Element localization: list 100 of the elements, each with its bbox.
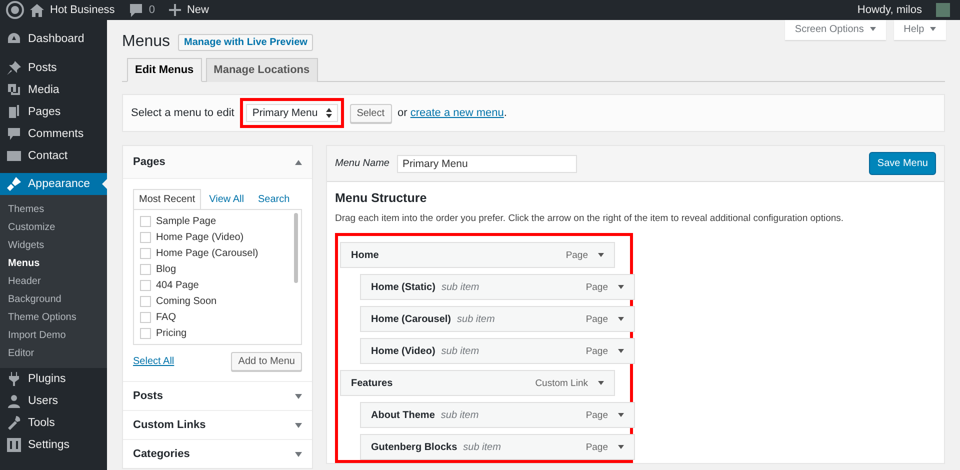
- expand-icon[interactable]: [618, 349, 624, 353]
- expand-icon[interactable]: [618, 413, 624, 417]
- item-type: Custom Link: [535, 378, 588, 388]
- submenu-item[interactable]: Background: [0, 291, 107, 309]
- page-title: Menus: [122, 33, 170, 51]
- pages-tab[interactable]: View All: [203, 189, 250, 209]
- pages-tab[interactable]: Most Recent: [133, 189, 202, 209]
- submenu-item[interactable]: Header: [0, 273, 107, 291]
- sidebar-item[interactable]: Settings: [0, 434, 107, 456]
- expand-icon[interactable]: [618, 445, 624, 449]
- menu-item-bar[interactable]: Home Page: [340, 242, 615, 268]
- sidebar-item[interactable]: Media: [0, 79, 107, 101]
- live-preview-button[interactable]: Manage with Live Preview: [178, 34, 314, 50]
- greeting-link[interactable]: Howdy, milos: [857, 4, 922, 16]
- checkbox[interactable]: [140, 232, 151, 242]
- menu-dropdown[interactable]: Primary Menu: [246, 104, 338, 122]
- menu-item-title: About Theme: [371, 410, 435, 420]
- updown-icon: [326, 108, 332, 118]
- submenu-item[interactable]: Customize: [0, 219, 107, 237]
- menu-item-bar[interactable]: Gutenberg Blocks sub item Page: [360, 434, 635, 460]
- sidebar-item[interactable]: Appearance: [0, 173, 107, 195]
- sidebar-item[interactable]: Pages: [0, 101, 107, 123]
- item-type: Page: [586, 346, 608, 356]
- menu-item-title: Home: [351, 250, 379, 260]
- accordion-header[interactable]: Pages: [123, 146, 312, 179]
- screen-meta-button[interactable]: Help: [894, 20, 946, 40]
- expand-icon[interactable]: [598, 381, 604, 385]
- expand-icon[interactable]: [618, 317, 624, 321]
- sidebar-item[interactable]: Posts: [0, 57, 107, 79]
- submenu-item[interactable]: Themes: [0, 201, 107, 219]
- checkbox[interactable]: [140, 296, 151, 306]
- menu-item-bar[interactable]: Home (Video) sub item Page: [360, 338, 635, 364]
- select-all-link[interactable]: Select All: [133, 356, 174, 367]
- menu-item-bar[interactable]: About Theme sub item Page: [360, 402, 635, 428]
- sidebar-item[interactable]: Users: [0, 390, 107, 412]
- page-option[interactable]: FAQ: [140, 309, 295, 325]
- create-menu-text: or create a new menu.: [398, 107, 507, 119]
- menu-item-title: Home (Carousel): [371, 314, 452, 324]
- submenu-item[interactable]: Widgets: [0, 237, 107, 255]
- item-type: Page: [586, 282, 608, 292]
- logo-icon[interactable]: [6, 1, 24, 19]
- sub-item-note: sub item: [441, 346, 480, 356]
- sidebar-item[interactable]: Dashboard: [0, 28, 107, 50]
- item-type: Page: [586, 442, 608, 452]
- checkbox[interactable]: [140, 312, 151, 322]
- comment-count[interactable]: 0: [148, 4, 155, 16]
- submenu-item[interactable]: Menus: [0, 255, 107, 273]
- expand-icon[interactable]: [618, 285, 624, 289]
- comment-icon: [7, 127, 21, 141]
- accordion-header[interactable]: Categories: [123, 439, 312, 468]
- site-name-link[interactable]: Hot Business: [50, 4, 115, 16]
- page-option[interactable]: Coming Soon: [140, 293, 295, 309]
- comment-icon[interactable]: [128, 4, 143, 16]
- pages-tab[interactable]: Search: [252, 189, 296, 209]
- select-button[interactable]: Select: [350, 104, 392, 122]
- sidebar-item[interactable]: Plugins: [0, 368, 107, 390]
- expand-icon[interactable]: [598, 253, 604, 257]
- scrollbar[interactable]: [294, 213, 298, 283]
- sidebar-item[interactable]: Tools: [0, 412, 107, 434]
- menu-item-bar[interactable]: Home (Carousel) sub item Page: [360, 306, 635, 332]
- submenu-item[interactable]: Theme Options: [0, 309, 107, 327]
- brush-icon: [7, 177, 21, 191]
- media-icon: [7, 83, 21, 97]
- checkbox[interactable]: [140, 280, 151, 290]
- page-option[interactable]: Home Page (Carousel): [140, 245, 295, 261]
- home-icon[interactable]: [30, 4, 44, 16]
- nav-tab[interactable]: Edit Menus: [127, 58, 202, 82]
- menu-item-bar[interactable]: Features Custom Link: [340, 370, 615, 396]
- sub-item-note: sub item: [463, 442, 501, 452]
- page-option[interactable]: Pricing: [140, 325, 295, 341]
- accordion-header[interactable]: Posts: [123, 381, 312, 410]
- accordion-header[interactable]: Custom Links: [123, 410, 312, 439]
- save-menu-button[interactable]: Save Menu: [869, 152, 936, 175]
- nav-tab[interactable]: Manage Locations: [206, 58, 318, 82]
- screen-meta-button[interactable]: Screen Options: [784, 20, 886, 40]
- checkbox[interactable]: [140, 328, 151, 338]
- item-type: Page: [586, 314, 608, 324]
- page-option[interactable]: Sample Page: [140, 213, 295, 229]
- sub-item-note: sub item: [440, 410, 479, 420]
- page-option[interactable]: Blog: [140, 261, 295, 277]
- menu-name-field[interactable]: Primary Menu: [397, 154, 578, 172]
- new-link[interactable]: New: [186, 4, 209, 16]
- dashboard-icon: [7, 32, 21, 46]
- menu-item-title: Home (Video): [371, 346, 436, 356]
- checkbox[interactable]: [140, 264, 151, 274]
- sidebar-item[interactable]: Comments: [0, 123, 107, 145]
- plus-icon[interactable]: [168, 4, 181, 16]
- checkbox[interactable]: [140, 216, 151, 226]
- submenu-item[interactable]: Import Demo: [0, 327, 107, 345]
- menu-item-title: Home (Static): [371, 282, 436, 292]
- item-type: Page: [586, 410, 608, 420]
- add-to-menu-button[interactable]: Add to Menu: [231, 352, 302, 371]
- sidebar-item[interactable]: Contact: [0, 145, 107, 167]
- create-menu-link[interactable]: create a new menu: [410, 107, 504, 119]
- page-option[interactable]: Home Page (Video): [140, 229, 295, 245]
- submenu-item[interactable]: Editor: [0, 345, 107, 363]
- pin-icon: [7, 61, 21, 75]
- checkbox[interactable]: [140, 248, 151, 258]
- page-option[interactable]: 404 Page: [140, 277, 295, 293]
- menu-item-bar[interactable]: Home (Static) sub item Page: [360, 274, 635, 300]
